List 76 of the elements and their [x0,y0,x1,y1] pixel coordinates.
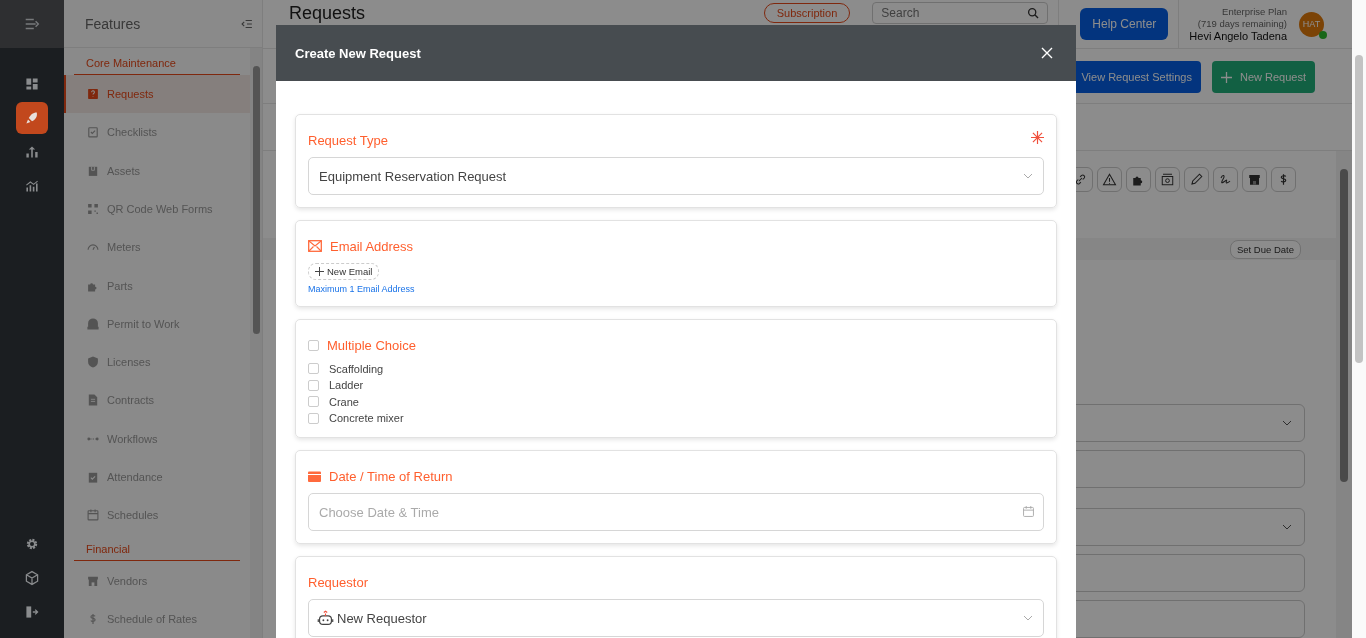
store-icon [1247,172,1262,187]
close-icon[interactable] [1041,47,1053,59]
dialog-title: Create New Request [295,45,421,61]
upload-chart-icon [24,144,40,160]
robot-icon [317,609,334,627]
calendar-icon [1023,506,1034,517]
calendar-icon [86,508,100,523]
sidebar-title: Features [85,15,141,32]
help-center-button[interactable]: Help Center [1080,8,1169,40]
checkbox[interactable] [308,412,319,424]
field-label: Date / Time of Return [329,468,453,484]
requestor-select[interactable]: New Requestor [308,599,1044,637]
option-label: Crane [329,395,359,408]
set-due-date-button[interactable]: Set Due Date [1229,239,1301,259]
toolbar-button[interactable] [1126,167,1151,192]
envelope-icon [308,240,322,252]
chevron-down-icon [1282,524,1292,530]
plus-icon [315,267,324,276]
document-icon [86,393,100,408]
page-scrollbar[interactable] [1352,0,1366,638]
chevron-down-icon [1023,173,1033,179]
checkbox[interactable] [308,379,319,391]
field-label: Email Address [330,238,414,254]
question-icon [86,87,100,102]
scrollbar[interactable] [250,48,262,638]
field-label: Requestor [308,574,368,590]
new-request-button[interactable]: New Request [1211,61,1315,93]
checkbox[interactable] [308,363,319,375]
plus-icon [1220,71,1232,83]
page-title: Requests [289,2,367,24]
helmet-icon [86,316,100,331]
user-avatar[interactable]: HAT [1299,11,1324,37]
logout-icon[interactable] [24,604,40,620]
clipboard-check-icon [86,125,100,140]
new-email-button[interactable]: New Email [308,263,380,280]
toolbar-button[interactable] [1155,167,1180,192]
field-label: Multiple Choice [327,337,416,353]
rocket-icon [24,110,40,126]
sidebar-item[interactable]: Requests [64,75,250,114]
option-label: Ladder [329,379,364,392]
dashboard-icon [24,76,40,92]
toolbar-button[interactable] [1213,167,1238,192]
settings-icon[interactable] [24,536,40,552]
camera-icon [1160,172,1175,187]
search-field[interactable]: Search [872,2,1049,24]
toolbar-button[interactable] [1271,167,1296,192]
nav-button[interactable] [16,102,48,134]
pencil-icon [1189,172,1204,187]
days-remaining: (719 days remaining) [1197,18,1287,30]
toolbar-button[interactable] [1242,167,1267,192]
scrollbar[interactable] [1336,151,1352,638]
email-limit-hint: Maximum 1 Email Address [308,284,416,294]
section-heading: Financial [74,543,240,562]
bar-chart-icon [24,178,40,194]
chevron-down-icon [1282,420,1292,426]
toolbar-button[interactable] [1184,167,1209,192]
search-icon [1027,7,1041,20]
plan-name: Enterprise Plan [1222,6,1287,18]
option-label: Concrete mixer [329,412,404,425]
option-label: Scaffolding [329,362,384,375]
checkbox[interactable] [308,396,319,408]
calendar-icon [308,470,321,482]
qr-code-icon [86,202,100,216]
link-icon [1073,172,1088,187]
date-time-field[interactable]: Choose Date & Time [308,493,1044,531]
request-type-select[interactable]: Equipment Reservation Request [308,157,1044,195]
chevron-down-icon [1023,615,1033,621]
warning-icon [1102,172,1117,187]
cube-icon[interactable] [24,570,40,586]
subscription-button[interactable]: Subscription [763,3,851,23]
checkbox[interactable] [308,339,319,351]
user-name: Hevi Angelo Tadena [1189,30,1287,42]
field-label: Request Type [308,132,388,148]
signature-icon [1218,172,1233,187]
shield-icon [86,355,100,370]
toolbar-button[interactable] [1097,167,1122,192]
